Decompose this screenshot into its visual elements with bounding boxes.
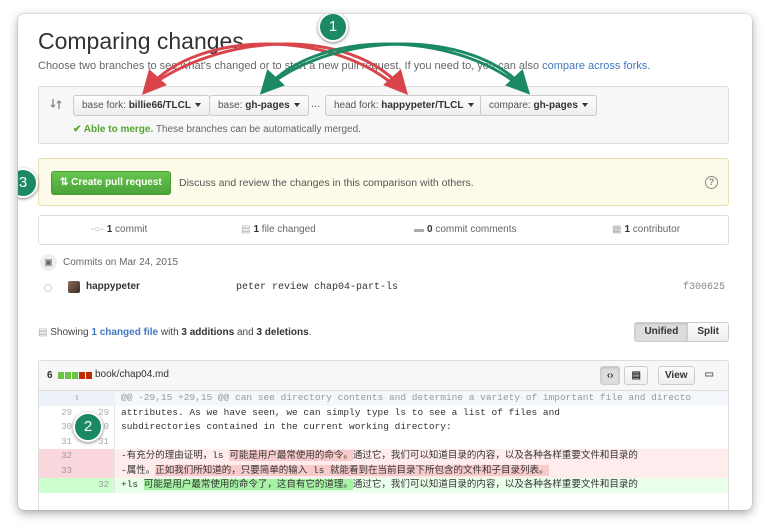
- annotation-arrows: [141, 42, 531, 95]
